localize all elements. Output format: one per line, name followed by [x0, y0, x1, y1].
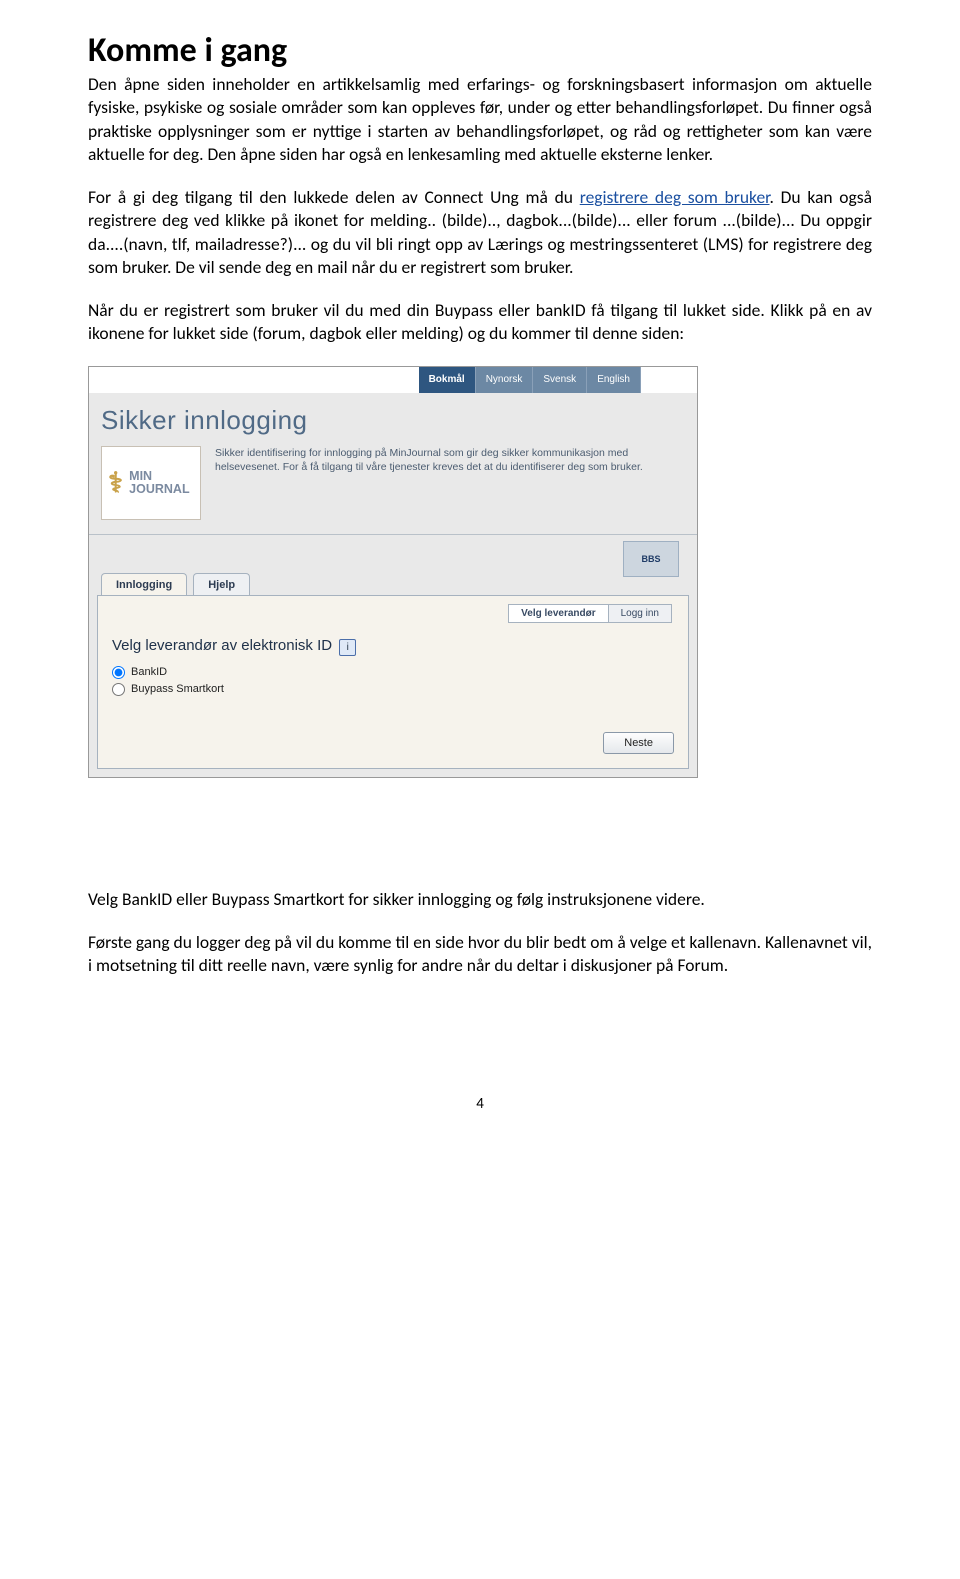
caduceus-icon: ⚕	[108, 469, 123, 497]
page-number: 4	[88, 1095, 872, 1113]
intro-paragraph-3: Når du er registrert som bruker vil du m…	[88, 299, 872, 346]
intro-paragraph-2: For å gi deg tilgang til den lukkede del…	[88, 186, 872, 279]
lang-tab-english[interactable]: English	[587, 367, 641, 393]
tab-innlogging[interactable]: Innlogging	[101, 573, 187, 595]
login-screenshot: Bokmål Nynorsk Svensk English Sikker inn…	[88, 366, 698, 778]
lang-tab-bokmal[interactable]: Bokmål	[419, 367, 476, 393]
register-link[interactable]: registrere deg som bruker	[580, 186, 770, 208]
post-shot-paragraph-1: Velg BankID eller Buypass Smartkort for …	[88, 888, 872, 911]
lang-tab-svensk[interactable]: Svensk	[533, 367, 587, 393]
page-heading: Komme i gang	[88, 30, 872, 71]
option-bankid[interactable]: BankID	[112, 666, 674, 679]
logo-text: MIN JOURNAL	[129, 470, 194, 496]
radio-buypass[interactable]	[112, 683, 125, 696]
lang-tab-nynorsk[interactable]: Nynorsk	[476, 367, 534, 393]
option-bankid-label: BankID	[131, 666, 167, 678]
language-bar: Bokmål Nynorsk Svensk English	[89, 367, 697, 393]
login-description: Sikker identifisering for innlogging på …	[215, 446, 681, 475]
panel-heading-text: Velg leverandør av elektronisk ID	[112, 637, 332, 654]
panel-heading: Velg leverandør av elektronisk ID i	[112, 637, 674, 656]
login-title: Sikker innlogging	[101, 405, 681, 436]
option-buypass[interactable]: Buypass Smartkort	[112, 683, 674, 696]
bbs-logo: BBS	[623, 541, 679, 577]
step-logg-inn: Logg inn	[608, 604, 672, 623]
minjournal-logo: ⚕ MIN JOURNAL	[101, 446, 201, 520]
tab-hjelp[interactable]: Hjelp	[193, 573, 250, 595]
info-icon[interactable]: i	[339, 639, 356, 656]
option-buypass-label: Buypass Smartkort	[131, 683, 224, 695]
neste-button[interactable]: Neste	[603, 732, 674, 754]
p2-before: For å gi deg tilgang til den lukkede del…	[88, 186, 580, 208]
radio-bankid[interactable]	[112, 666, 125, 679]
intro-paragraph-1: Den åpne siden inneholder en artikkelsam…	[88, 73, 872, 166]
step-velg-leverandor: Velg leverandør	[508, 604, 607, 623]
post-shot-paragraph-2: Første gang du logger deg på vil du komm…	[88, 931, 872, 978]
login-panel: Velg leverandør Logg inn Velg leverandør…	[97, 595, 689, 769]
